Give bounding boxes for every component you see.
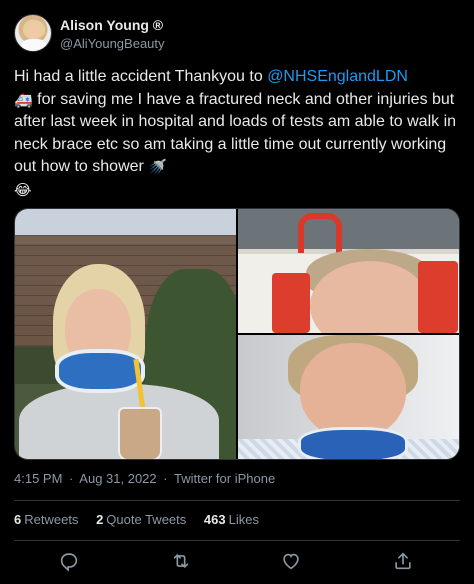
retweet-button[interactable] [170, 550, 192, 572]
laughing-emoji-icon: 😂 [14, 181, 32, 199]
photo-hospital-bed[interactable] [238, 209, 459, 333]
divider [14, 500, 460, 501]
tweet-header: Alison Young ® @AliYoungBeauty [14, 14, 460, 54]
display-name[interactable]: Alison Young ® [60, 17, 165, 34]
retweets-stat[interactable]: 6 Retweets [14, 512, 78, 527]
tweet-text-part1: Hi had a little accident Thankyou to [14, 68, 268, 85]
tweet-text: Hi had a little accident Thankyou to @NH… [14, 66, 464, 201]
tweet-meta: 4:15 PM · Aug 31, 2022 · Twitter for iPh… [14, 471, 278, 487]
retweet-icon [173, 554, 189, 568]
tweet-text-part2: for saving me I have a fractured neck an… [14, 90, 457, 176]
tweet-time[interactable]: 4:15 PM [14, 471, 62, 486]
reply-icon [60, 553, 78, 572]
photo-hospital-selfie[interactable] [238, 335, 459, 459]
likes-count: 463 [203, 512, 226, 527]
action-bar [14, 548, 460, 574]
author-names: Alison Young ® @AliYoungBeauty [60, 17, 165, 52]
tweet-card: Alison Young ® @AliYoungBeauty Hi had a … [0, 0, 474, 584]
photo-selfie-outdoors[interactable] [15, 209, 236, 459]
share-button[interactable] [392, 550, 414, 572]
tweet-date[interactable]: Aug 31, 2022 [79, 471, 156, 486]
likes-stat[interactable]: 463 Likes [204, 512, 259, 527]
quotes-stat[interactable]: 2 Quote Tweets [96, 512, 186, 527]
quotes-count: 2 [96, 512, 104, 527]
meta-separator: · [69, 471, 74, 486]
mention-link[interactable]: @NHSEnglandLDN [267, 68, 408, 85]
ambulance-icon: 🚑 [14, 91, 33, 109]
like-icon [283, 553, 299, 570]
likes-label: Likes [228, 512, 259, 527]
reply-button[interactable] [58, 550, 80, 572]
retweets-label: Retweets [24, 512, 79, 527]
quotes-label: Quote Tweets [106, 512, 187, 527]
meta-separator: · [163, 471, 168, 486]
divider [14, 540, 460, 541]
user-handle[interactable]: @AliYoungBeauty [60, 35, 165, 52]
tweet-source[interactable]: Twitter for iPhone [174, 471, 275, 486]
share-icon [395, 552, 411, 570]
like-button[interactable] [280, 550, 302, 572]
media-grid [14, 208, 460, 460]
retweets-count: 6 [14, 512, 22, 527]
tweet-stats: 6 Retweets 2 Quote Tweets 463 Likes [14, 512, 273, 528]
shower-icon: 🚿 [148, 159, 167, 176]
avatar[interactable] [14, 14, 52, 52]
